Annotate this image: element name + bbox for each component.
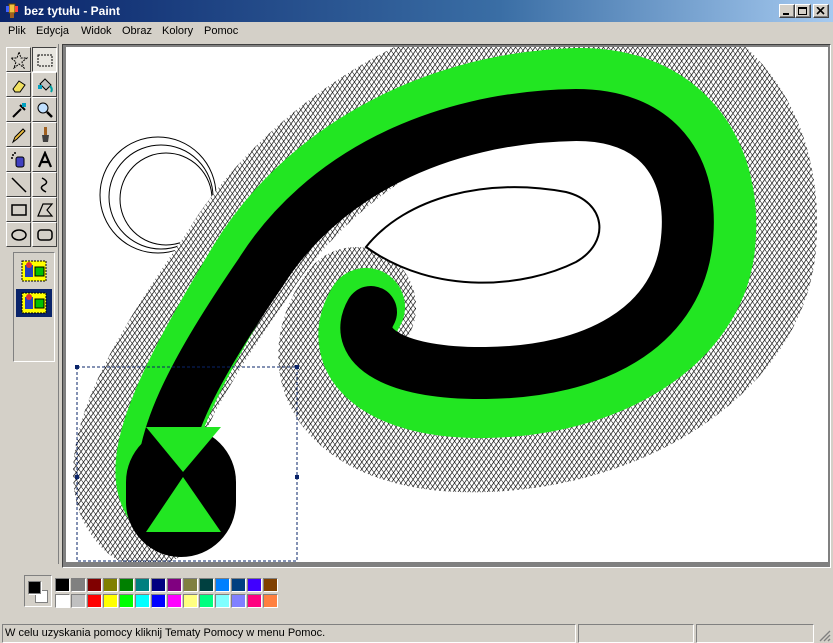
tool-options-panel bbox=[13, 252, 55, 362]
palette-swatch[interactable] bbox=[71, 594, 86, 608]
close-button[interactable] bbox=[813, 4, 829, 18]
pick-color-tool[interactable] bbox=[6, 97, 31, 122]
free-form-select-tool[interactable] bbox=[6, 47, 31, 72]
drawing-artwork bbox=[73, 45, 817, 567]
palette-swatch[interactable] bbox=[55, 594, 70, 608]
foreground-color-box[interactable] bbox=[28, 581, 41, 594]
maximize-button[interactable] bbox=[795, 4, 811, 18]
palette-swatch[interactable] bbox=[87, 578, 102, 592]
rounded-rectangle-tool[interactable] bbox=[32, 222, 57, 247]
rounded-rect-icon bbox=[37, 229, 53, 241]
paint-window: bez tytułu - Paint Plik Edycja Widok Obr… bbox=[0, 0, 833, 643]
title-bar[interactable]: bez tytułu - Paint bbox=[0, 0, 833, 22]
menu-kolory[interactable]: Kolory bbox=[162, 25, 193, 37]
curve-tool[interactable] bbox=[32, 172, 57, 197]
palette-swatch[interactable] bbox=[247, 594, 262, 608]
canvas-scroll-area[interactable] bbox=[62, 44, 831, 568]
resize-grip-icon[interactable] bbox=[817, 628, 831, 642]
palette-swatch[interactable] bbox=[151, 578, 166, 592]
eraser-icon bbox=[12, 80, 26, 93]
close-icon bbox=[816, 7, 825, 15]
palette-swatch[interactable] bbox=[167, 594, 182, 608]
opaque-selection-option[interactable] bbox=[16, 257, 52, 285]
pencil-tool[interactable] bbox=[6, 122, 31, 147]
line-icon bbox=[11, 177, 27, 193]
polygon-icon bbox=[37, 203, 54, 217]
menu-bar: Plik Edycja Widok Obraz Kolory Pomoc bbox=[0, 22, 833, 41]
brush-icon bbox=[42, 127, 49, 142]
opaque-selection-icon bbox=[21, 260, 47, 282]
curve-icon bbox=[40, 177, 48, 193]
airbrush-tool[interactable] bbox=[6, 147, 31, 172]
bucket-icon bbox=[38, 78, 53, 93]
palette-swatch[interactable] bbox=[215, 578, 230, 592]
maximize-icon bbox=[798, 7, 807, 15]
drawing-canvas[interactable] bbox=[66, 45, 828, 567]
ellipse-icon bbox=[11, 229, 27, 241]
magnifier-tool[interactable] bbox=[32, 97, 57, 122]
menu-widok[interactable]: Widok bbox=[81, 25, 112, 37]
line-tool[interactable] bbox=[6, 172, 31, 197]
window-title: bez tytułu - Paint bbox=[24, 4, 120, 18]
palette-swatch[interactable] bbox=[183, 578, 198, 592]
palette-swatch[interactable] bbox=[103, 594, 118, 608]
palette-swatch[interactable] bbox=[215, 594, 230, 608]
transparent-selection-icon bbox=[21, 292, 47, 314]
palette-swatch[interactable] bbox=[119, 594, 134, 608]
brush-tool[interactable] bbox=[32, 122, 57, 147]
ellipse-tool[interactable] bbox=[6, 222, 31, 247]
menu-plik[interactable]: Plik bbox=[8, 25, 26, 37]
fill-tool[interactable] bbox=[32, 72, 57, 97]
palette-swatch[interactable] bbox=[71, 578, 86, 592]
palette-swatch[interactable] bbox=[55, 578, 70, 592]
eraser-tool[interactable] bbox=[6, 72, 31, 97]
status-size-cell bbox=[696, 624, 814, 643]
palette-swatch[interactable] bbox=[119, 578, 134, 592]
palette-swatch[interactable] bbox=[103, 578, 118, 592]
eyedropper-icon bbox=[12, 103, 26, 118]
palette-swatch[interactable] bbox=[87, 594, 102, 608]
status-coords-cell bbox=[578, 624, 694, 643]
rectangle-tool[interactable] bbox=[6, 197, 31, 222]
polygon-tool[interactable] bbox=[32, 197, 57, 222]
rectangle-select-tool[interactable] bbox=[32, 47, 57, 72]
current-colors-indicator[interactable] bbox=[24, 575, 52, 607]
palette-swatch[interactable] bbox=[199, 594, 214, 608]
palette-swatch[interactable] bbox=[231, 594, 246, 608]
menu-pomoc[interactable]: Pomoc bbox=[204, 25, 238, 37]
palette-swatch[interactable] bbox=[151, 594, 166, 608]
star-select-icon bbox=[10, 51, 28, 69]
transparent-selection-option[interactable] bbox=[16, 289, 52, 317]
menu-obraz[interactable]: Obraz bbox=[122, 25, 152, 37]
palette-swatch[interactable] bbox=[247, 578, 262, 592]
rect-select-icon bbox=[37, 54, 53, 67]
palette-swatch[interactable] bbox=[263, 594, 278, 608]
minimize-icon bbox=[783, 13, 789, 15]
menu-edycja[interactable]: Edycja bbox=[36, 25, 69, 37]
airbrush-icon bbox=[11, 152, 25, 168]
palette-swatch[interactable] bbox=[167, 578, 182, 592]
rectangle-icon bbox=[11, 204, 27, 216]
palette-swatch[interactable] bbox=[199, 578, 214, 592]
paint-app-icon bbox=[6, 3, 18, 18]
palette-swatch[interactable] bbox=[263, 578, 278, 592]
toolbox bbox=[3, 44, 59, 564]
text-tool[interactable] bbox=[32, 147, 57, 172]
palette-swatch[interactable] bbox=[135, 578, 150, 592]
palette-swatch[interactable] bbox=[135, 594, 150, 608]
palette-swatch[interactable] bbox=[183, 594, 198, 608]
pencil-icon bbox=[11, 128, 26, 144]
minimize-button[interactable] bbox=[779, 4, 795, 18]
text-icon bbox=[37, 151, 53, 168]
magnifier-icon bbox=[37, 102, 53, 118]
status-help-text: W celu uzyskania pomocy kliknij Tematy P… bbox=[5, 627, 326, 639]
palette-swatch[interactable] bbox=[231, 578, 246, 592]
